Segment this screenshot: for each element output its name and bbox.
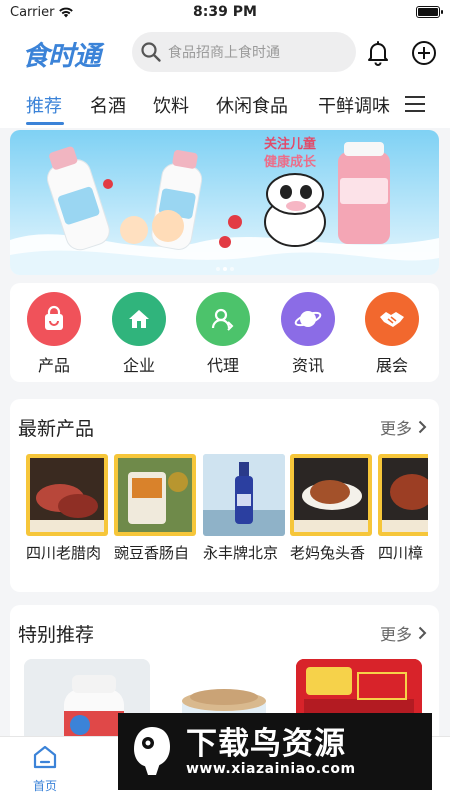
search-placeholder: 食品招商上食时通: [168, 45, 280, 61]
shopping-bag-icon: [27, 292, 81, 346]
chevron-right-icon: [418, 626, 427, 640]
product-card[interactable]: 四川老腊肉: [26, 454, 108, 563]
tab-liquor[interactable]: 名酒: [90, 92, 126, 118]
bell-icon[interactable]: [366, 40, 390, 66]
tab-snacks[interactable]: 休闲食品: [216, 92, 288, 118]
product-card[interactable]: 永丰牌北京: [203, 454, 285, 563]
category-label: 资讯: [291, 356, 324, 375]
product-image: [290, 454, 372, 536]
bird-logo-icon: [134, 726, 170, 775]
product-name: 四川樟: [378, 544, 424, 562]
chevron-right-icon: [418, 420, 427, 434]
tabbar-home[interactable]: 首页: [22, 743, 68, 794]
product-image: [203, 454, 285, 536]
app-logo: 食时通: [22, 41, 101, 72]
handshake-icon: [365, 292, 419, 346]
pagination-dot[interactable]: [215, 267, 220, 271]
category-label: 代理: [206, 356, 239, 375]
menu-icon[interactable]: [405, 96, 425, 117]
product-name: 永丰牌北京: [203, 544, 279, 562]
tab-recommend[interactable]: 推荐: [26, 92, 62, 118]
pagination-dot-active[interactable]: [222, 267, 227, 271]
more-link[interactable]: 更多: [380, 415, 427, 439]
more-label: 更多: [379, 419, 412, 438]
planet-icon: [281, 292, 335, 346]
category-products[interactable]: 产品: [22, 292, 86, 376]
category-agents[interactable]: 代理: [191, 292, 255, 376]
home-icon: [112, 292, 166, 346]
active-tab-indicator: [26, 122, 64, 125]
category-label: 企业: [122, 356, 155, 375]
promo-banner[interactable]: 关注儿童 健康成长: [10, 130, 439, 275]
plus-circle-icon[interactable]: [411, 40, 437, 66]
banner-illustration: [10, 142, 439, 275]
product-card[interactable]: 豌豆香肠自: [114, 454, 196, 563]
category-tabs: 推荐 名酒 饮料 休闲食品 干鲜调味: [0, 82, 450, 128]
category-grid: 产品 企业 代理 资讯 展会: [10, 283, 439, 382]
more-label: 更多: [379, 625, 412, 644]
category-label: 产品: [37, 356, 70, 375]
watermark-title: 下载鸟资源: [186, 725, 346, 762]
product-image: [114, 454, 196, 536]
tabbar-home-label: 首页: [32, 779, 57, 793]
banner-pagination: [10, 267, 439, 271]
category-label: 展会: [375, 356, 408, 375]
category-news[interactable]: 资讯: [276, 292, 340, 376]
banner-slogan: 关注儿童 健康成长: [242, 136, 338, 180]
status-time: 8:39 PM: [193, 4, 257, 20]
product-image: [378, 454, 428, 536]
product-image: [26, 454, 108, 536]
product-name: 豌豆香肠自: [114, 544, 190, 562]
category-enterprises[interactable]: 企业: [107, 292, 171, 376]
product-card[interactable]: 老妈兔头香: [290, 454, 372, 563]
pagination-dot[interactable]: [229, 267, 234, 271]
product-card[interactable]: 四川樟: [378, 454, 428, 563]
search-input[interactable]: 食品招商上食时通: [132, 32, 356, 72]
status-bar: Carrier 8:39 PM: [0, 0, 450, 24]
category-exhibitions[interactable]: 展会: [360, 292, 424, 376]
battery-icon: [416, 6, 443, 18]
home-tab-icon: [33, 745, 57, 769]
latest-products-section: 最新产品 更多 四川老腊肉 豌豆香肠自 永丰牌北京 老妈兔头香 四川樟: [10, 399, 439, 592]
tab-dried-seasoning[interactable]: 干鲜调味: [318, 92, 392, 118]
section-title: 特别推荐: [18, 624, 95, 646]
product-name: 老妈兔头香: [290, 544, 366, 562]
product-name: 四川老腊肉: [26, 544, 102, 562]
search-icon: [141, 42, 161, 62]
user-icon: [196, 292, 250, 346]
section-title: 最新产品: [18, 418, 95, 440]
banner-slogan-line1: 关注儿童: [263, 137, 316, 152]
app-header: 食时通 食品招商上食时通: [0, 24, 450, 82]
tab-beverages[interactable]: 饮料: [153, 92, 189, 118]
watermark-url: www.xiazainiao.com: [186, 760, 356, 777]
banner-slogan-line2: 健康成长: [263, 155, 316, 170]
more-link[interactable]: 更多: [380, 621, 427, 645]
watermark-overlay: 下载鸟资源 www.xiazainiao.com: [118, 713, 432, 790]
